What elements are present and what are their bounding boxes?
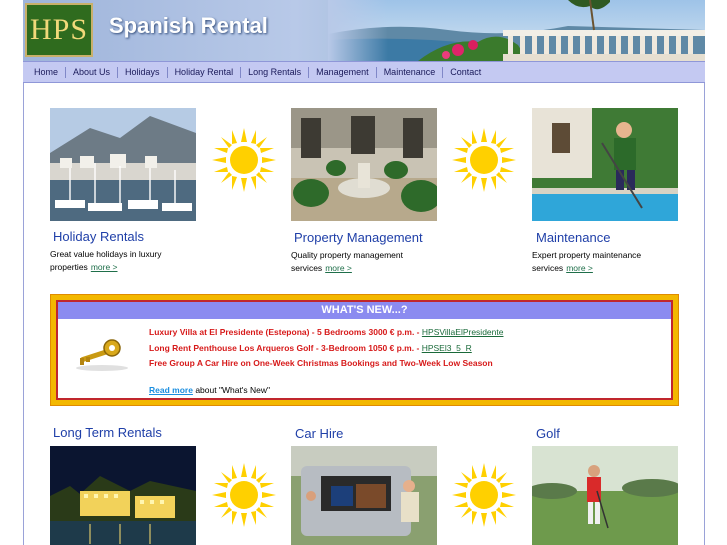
nav-maintenance[interactable]: Maintenance [384,67,436,77]
nav-long-rentals[interactable]: Long Rentals [248,67,301,77]
nav-home[interactable]: Home [34,67,58,77]
news-read-more: Read more about "What's New" [149,385,270,395]
golf-photo[interactable] [532,446,678,545]
nav-holidays[interactable]: Holidays [125,67,160,77]
long-term-rentals-photo[interactable] [50,446,196,545]
news-item-penthouse: Long Rent Penthouse Los Arqueros Golf - … [149,343,472,353]
sun-icon [212,128,276,192]
property-management-photo[interactable] [291,108,437,221]
site-title: Spanish Rental [109,13,268,38]
sun-icon [212,463,276,527]
news-item-penthouse-text: Long Rent Penthouse Los Arqueros Golf - … [149,343,420,353]
news-item-car-hire: Free Group A Car Hire on One-Week Christ… [149,358,493,368]
nav-separator [308,66,310,78]
nav-separator [65,66,67,78]
golf-title[interactable]: Golf [536,426,560,441]
read-more-link[interactable]: Read more [149,385,193,395]
property-management-desc: Quality property management services more… [291,249,421,275]
main-nav: Home About Us Holidays Holiday Rental Lo… [23,61,705,83]
read-more-suffix: about "What's New" [195,385,271,395]
maintenance-photo[interactable] [532,108,678,221]
holiday-rentals-more-link[interactable]: more > [91,262,118,272]
logo-text: HPS [29,13,89,46]
long-term-rentals-title[interactable]: Long Term Rentals [53,425,162,440]
site-header: HPS Spanish Rental [23,0,705,61]
golden-key-icon [76,339,128,371]
holiday-rentals-title[interactable]: Holiday Rentals [53,229,144,244]
nav-separator [117,66,119,78]
nav-contact[interactable]: Contact [450,67,481,77]
property-management-title[interactable]: Property Management [294,230,423,245]
nav-separator [166,66,168,78]
car-hire-photo[interactable] [291,446,437,545]
maintenance-desc: Expert property maintenance services more… [532,249,662,275]
news-item-penthouse-link[interactable]: HPSEl3_5_R [422,343,472,353]
news-item-villa-text: Luxury Villa at El Presidente (Estepona)… [149,327,420,337]
nav-about-us[interactable]: About Us [73,67,110,77]
nav-separator [240,66,242,78]
nav-separator [375,66,377,78]
maintenance-title[interactable]: Maintenance [536,230,610,245]
car-hire-title[interactable]: Car Hire [295,426,343,441]
holiday-rentals-photo[interactable] [50,108,196,221]
nav-management[interactable]: Management [316,67,369,77]
nav-holiday-rental[interactable]: Holiday Rental [175,67,234,77]
whats-new-heading: WHAT'S NEW...? [58,302,671,319]
news-item-villa-link[interactable]: HPSVillaElPresidente [422,327,504,337]
maintenance-more-link[interactable]: more > [566,263,593,273]
whats-new-panel: WHAT'S NEW...? Luxury Villa at El Presid… [56,300,673,400]
holiday-rentals-desc: Great value holidays in luxury propertie… [50,248,190,274]
sun-icon [452,128,516,192]
news-item-villa: Luxury Villa at El Presidente (Estepona)… [149,327,503,337]
nav-separator [442,66,444,78]
sun-icon [452,463,516,527]
whats-new-box: WHAT'S NEW...? Luxury Villa at El Presid… [50,294,679,406]
hps-logo[interactable]: HPS [25,3,93,57]
property-management-more-link[interactable]: more > [325,263,352,273]
header-coast-photo [328,0,705,61]
